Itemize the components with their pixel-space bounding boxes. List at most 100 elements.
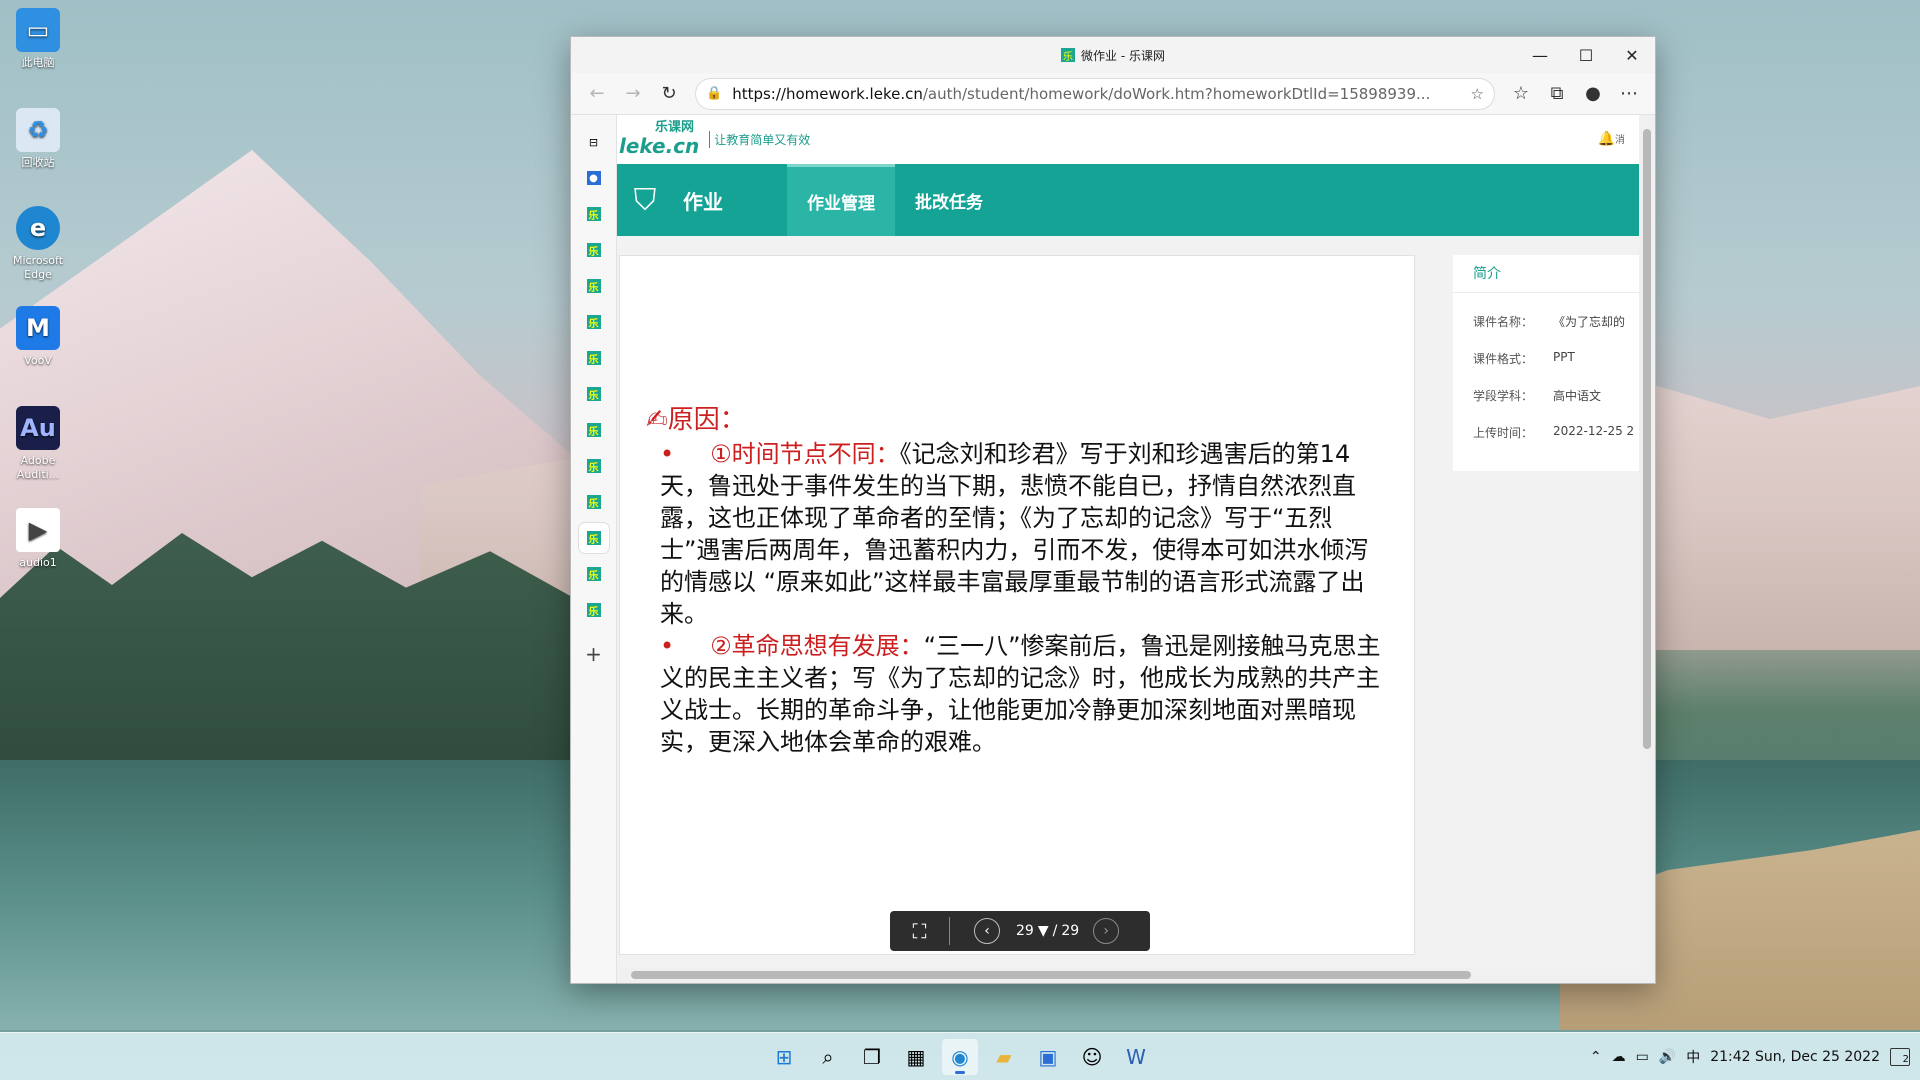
desktop-icon-edge[interactable]: e Microsoft Edge <box>8 206 68 282</box>
notification-center-icon[interactable]: 2 <box>1890 1048 1910 1066</box>
close-button[interactable]: ✕ <box>1609 37 1655 73</box>
tab-favicon-icon: 乐 <box>586 207 601 222</box>
back-button[interactable]: ← <box>579 78 615 110</box>
desktop-icon-label: Microsoft Edge <box>12 254 64 281</box>
info-row: 课件名称： 《为了忘却的 <box>1473 315 1626 329</box>
vertical-scrollbar[interactable] <box>1639 115 1655 967</box>
tab-favicon-icon: 乐 <box>586 459 601 474</box>
vertical-tab-11-active[interactable]: 乐 <box>578 523 609 553</box>
new-tab-button[interactable]: + <box>579 639 609 669</box>
chevron-down-icon[interactable]: ▼ <box>1038 923 1049 939</box>
site-logo[interactable]: 乐课网 leke.cn <box>619 121 699 158</box>
qq-icon[interactable]: ☺ <box>1074 1039 1110 1075</box>
site-header: 乐课网 leke.cn 让教育简单又有效 🔔消 <box>617 115 1639 164</box>
slide-content: ✍原因： • ①时间节点不同：《记念刘和珍君》写于刘和珍遇害后的第14天，鲁迅处于… <box>646 404 1386 758</box>
desktop-icon-audition[interactable]: Au Adobe Auditi... <box>8 406 68 482</box>
vertical-tab-10[interactable]: 乐 <box>579 487 609 517</box>
search-icon[interactable]: ⌕ <box>810 1039 846 1075</box>
desktop-icon-this-pc[interactable]: ▭ 此电脑 <box>8 8 68 70</box>
lock-icon: 🔒 <box>706 86 723 101</box>
tab-favicon-icon: 乐 <box>586 315 601 330</box>
cloud-icon[interactable]: ☁ <box>1612 1049 1626 1065</box>
taskbar: ⊞ ⌕ ❐ ▦ ◉ ▰ ▣ ☺ W ⌃ ☁ ▭ 🔊 中 21:42 Sun, D… <box>0 1032 1920 1080</box>
add-favorite-icon[interactable]: ☆ <box>1471 85 1484 103</box>
tab-actions-icon[interactable]: ⊟ <box>579 127 609 157</box>
store-icon[interactable]: ▣ <box>1030 1039 1066 1075</box>
forward-button[interactable]: → <box>615 78 651 110</box>
vertical-tab-1[interactable]: ● <box>579 163 609 193</box>
desktop-icon-voov[interactable]: M VooV <box>8 306 68 368</box>
next-page-button[interactable]: › <box>1093 918 1120 944</box>
shield-icon: ⛉ <box>633 182 657 218</box>
vertical-tab-4[interactable]: 乐 <box>579 271 609 301</box>
tab-favicon-icon: 乐 <box>586 531 601 546</box>
vertical-tab-13[interactable]: 乐 <box>579 595 609 625</box>
refresh-button[interactable]: ↻ <box>651 78 687 110</box>
tab-favicon-icon: 乐 <box>586 387 601 402</box>
minimize-button[interactable]: — <box>1517 37 1563 73</box>
clock[interactable]: 21:42 Sun, Dec 25 2022 <box>1710 1049 1880 1065</box>
slide-point-1: • ①时间节点不同：《记念刘和珍君》写于刘和珍遇害后的第14天，鲁迅处于事件发生的… <box>660 440 1369 628</box>
desktop-icon-label: 回收站 <box>21 156 55 169</box>
tab-favicon-icon: 乐 <box>586 279 601 294</box>
edge-icon: e <box>16 206 60 250</box>
site-slogan: 让教育简单又有效 <box>709 131 810 148</box>
page-viewport: 乐课网 leke.cn 让教育简单又有效 🔔消 ⛉ 作业 作业管理 批改任务 ✍… <box>617 115 1639 967</box>
profile-avatar[interactable]: ● <box>1575 78 1611 110</box>
vertical-tabs-sidebar: ⊟ ● 乐 乐 乐 乐 乐 乐 乐 乐 乐 乐 乐 乐 + <box>571 115 617 983</box>
more-menu-icon[interactable]: ⋯ <box>1611 78 1647 110</box>
courseware-viewer: ✍原因： • ①时间节点不同：《记念刘和珍君》写于刘和珍遇害后的第14天，鲁迅处于… <box>619 255 1415 955</box>
tab-favicon-icon: 乐 <box>586 603 601 618</box>
tab-favicon-icon: 乐 <box>586 495 601 510</box>
vertical-tab-6[interactable]: 乐 <box>579 343 609 373</box>
widgets-icon[interactable]: ▦ <box>898 1039 934 1075</box>
voov-icon: M <box>16 306 60 350</box>
monitor-icon: ▭ <box>16 8 60 52</box>
menu-homework-management[interactable]: 作业管理 <box>787 164 895 236</box>
edge-taskbar-icon[interactable]: ◉ <box>942 1039 978 1075</box>
desktop-icon-audio1[interactable]: ▶ audio1 <box>8 508 68 570</box>
slide-point-2: • ②革命思想有发展：“三一八”惨案前后，鲁迅是刚接触马克思主义的民主主义者；写《… <box>660 632 1381 756</box>
word-icon[interactable]: W <box>1118 1039 1154 1075</box>
start-button[interactable]: ⊞ <box>766 1039 802 1075</box>
desktop-icon-recycle-bin[interactable]: ♻ 回收站 <box>8 108 68 170</box>
desktop-icon-label: Adobe Auditi... <box>16 454 60 481</box>
desktop-icon-label: audio1 <box>19 556 57 569</box>
volume-icon[interactable]: 🔊 <box>1659 1049 1676 1065</box>
vertical-tab-5[interactable]: 乐 <box>579 307 609 337</box>
collections-icon[interactable]: ⧉ <box>1539 78 1575 110</box>
recycle-bin-icon: ♻ <box>16 108 60 152</box>
network-icon[interactable]: ▭ <box>1636 1049 1649 1065</box>
vertical-tab-8[interactable]: 乐 <box>579 415 609 445</box>
vertical-tab-12[interactable]: 乐 <box>579 559 609 589</box>
maximize-button[interactable]: ☐ <box>1563 37 1609 73</box>
info-panel: 简介 课件名称： 《为了忘却的 课件格式： PPT 学段学科： 高中语文 上传时间： 2… <box>1453 255 1639 471</box>
section-title: 作业 <box>683 189 723 214</box>
bell-icon[interactable]: 🔔消 <box>1598 131 1625 147</box>
browser-toolbar: ← → ↻ 🔒 https://homework.leke.cn/auth/st… <box>571 73 1655 115</box>
ime-indicator[interactable]: 中 <box>1686 1047 1700 1067</box>
pen-icon: ✍ <box>646 405 668 435</box>
title-bar[interactable]: 乐 微作业 - 乐课网 — ☐ ✕ <box>571 37 1655 73</box>
chevron-up-icon[interactable]: ⌃ <box>1590 1049 1602 1065</box>
page-indicator[interactable]: 29 ▼/29 <box>1016 923 1079 939</box>
favorites-icon[interactable]: ☆ <box>1503 78 1539 110</box>
horizontal-scrollbar[interactable] <box>617 967 1655 983</box>
tab-favicon-icon: 乐 <box>586 243 601 258</box>
desktop-icon-label: 此电脑 <box>21 56 55 69</box>
menu-grading-tasks[interactable]: 批改任务 <box>895 164 1003 236</box>
vertical-tab-2[interactable]: 乐 <box>579 199 609 229</box>
tab-favicon-icon: 乐 <box>586 423 601 438</box>
slide-heading: ✍原因： <box>646 405 746 435</box>
tab-favicon-icon: ● <box>586 171 601 185</box>
info-row: 上传时间： 2022-12-25 2 <box>1473 424 1635 440</box>
file-explorer-icon[interactable]: ▰ <box>986 1039 1022 1075</box>
fullscreen-icon[interactable]: ⛶ <box>890 917 950 945</box>
prev-page-button[interactable]: ‹ <box>974 918 1000 944</box>
audio-file-icon: ▶ <box>16 508 60 552</box>
vertical-tab-3[interactable]: 乐 <box>579 235 609 265</box>
vertical-tab-7[interactable]: 乐 <box>579 379 609 409</box>
address-bar[interactable]: 🔒 https://homework.leke.cn/auth/student/… <box>695 77 1495 110</box>
task-view-icon[interactable]: ❐ <box>854 1039 890 1075</box>
vertical-tab-9[interactable]: 乐 <box>579 451 609 481</box>
